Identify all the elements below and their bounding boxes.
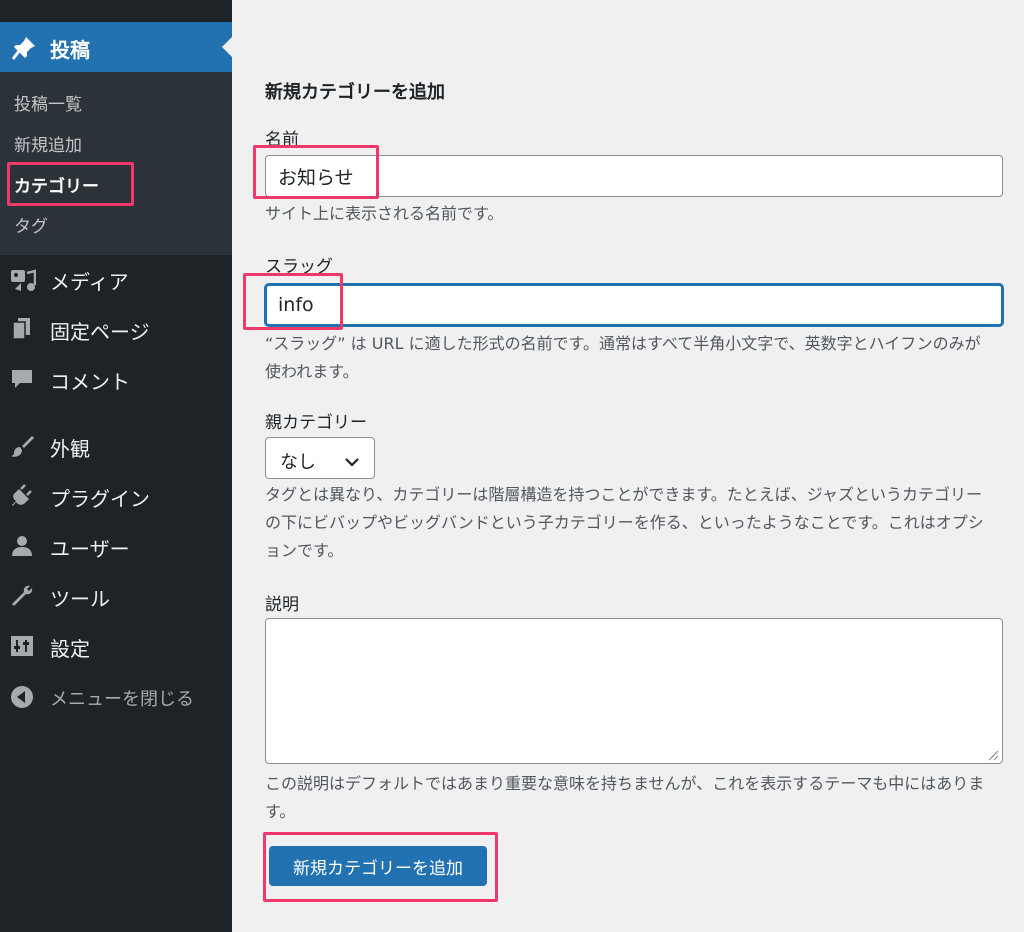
submenu-item-all-posts[interactable]: 投稿一覧 <box>14 90 82 115</box>
collapse-menu-button[interactable]: メニューを閉じる <box>0 676 232 716</box>
collapse-menu-label: メニューを閉じる <box>50 689 194 710</box>
sidebar-item-users[interactable]: ユーザー <box>0 525 232 565</box>
sidebar-item-label: 設定 <box>50 637 90 661</box>
sidebar-item-media[interactable]: メディア <box>0 258 232 298</box>
category-name-input[interactable] <box>265 155 1003 197</box>
submenu-item-add-new[interactable]: 新規追加 <box>14 131 82 156</box>
add-category-button[interactable]: 新規カテゴリーを追加 <box>269 846 487 886</box>
media-icon <box>10 267 37 291</box>
admin-sidebar: 投稿 投稿一覧 新規追加 カテゴリー タグ メディア 固定ページ コメント 外観… <box>0 0 232 932</box>
plug-icon <box>10 484 34 508</box>
user-icon <box>10 534 34 558</box>
sidebar-item-label: ユーザー <box>50 537 130 561</box>
sidebar-item-posts[interactable]: 投稿 <box>0 22 232 72</box>
slug-label: スラッグ <box>265 257 333 277</box>
main-content: 新規カテゴリーを追加 名前 サイト上に表示される名前です。 スラッグ “スラッグ… <box>232 0 1024 932</box>
settings-icon <box>10 634 34 658</box>
sidebar-item-settings[interactable]: 設定 <box>0 625 232 665</box>
sidebar-item-label: プラグイン <box>50 487 150 511</box>
description-help-text: この説明はデフォルトではあまり重要な意味を持ちませんが、これを表示するテーマも中… <box>265 774 985 821</box>
name-label: 名前 <box>265 130 299 150</box>
sidebar-item-plugins[interactable]: プラグイン <box>0 475 232 515</box>
parent-category-label: 親カテゴリー <box>265 413 367 433</box>
wrench-icon <box>10 584 34 608</box>
collapse-arrow-icon <box>10 685 34 709</box>
sidebar-item-tools[interactable]: ツール <box>0 575 232 615</box>
current-menu-arrow <box>222 37 232 57</box>
sidebar-item-label: メディア <box>50 270 129 294</box>
submenu-item-tags[interactable]: タグ <box>14 212 48 237</box>
sidebar-item-appearance[interactable]: 外観 <box>0 425 232 465</box>
name-help-text: サイト上に表示される名前です。 <box>265 204 504 223</box>
category-slug-input[interactable] <box>265 284 1003 326</box>
parent-category-value: なし <box>280 452 316 473</box>
sidebar-item-label: 固定ページ <box>50 320 150 344</box>
add-category-heading: 新規カテゴリーを追加 <box>265 82 445 103</box>
paintbrush-icon <box>10 434 34 458</box>
sidebar-item-comments[interactable]: コメント <box>0 358 232 398</box>
pushpin-icon <box>11 35 37 65</box>
description-textarea[interactable] <box>265 618 1003 764</box>
comment-icon <box>10 367 34 391</box>
resize-grip-icon[interactable] <box>987 746 999 765</box>
chevron-down-icon <box>344 453 360 472</box>
parent-help-text: タグとは異なり、カテゴリーは階層構造を持つことができます。たとえば、ジャズという… <box>265 485 984 560</box>
pages-icon <box>10 317 34 341</box>
sidebar-item-label: 外観 <box>50 437 90 461</box>
sidebar-item-label: ツール <box>50 587 110 611</box>
submenu-item-categories[interactable]: カテゴリー <box>14 172 99 197</box>
sidebar-item-label: コメント <box>50 370 130 394</box>
sidebar-item-label: 投稿 <box>50 38 90 62</box>
parent-category-select[interactable]: なし <box>265 437 375 479</box>
sidebar-item-pages[interactable]: 固定ページ <box>0 308 232 348</box>
posts-submenu: 投稿一覧 新規追加 カテゴリー タグ <box>0 72 232 255</box>
description-label: 説明 <box>265 595 299 615</box>
slug-help-text: “スラッグ” は URL に適した形式の名前です。通常はすべて半角小文字で、英数… <box>265 334 981 381</box>
